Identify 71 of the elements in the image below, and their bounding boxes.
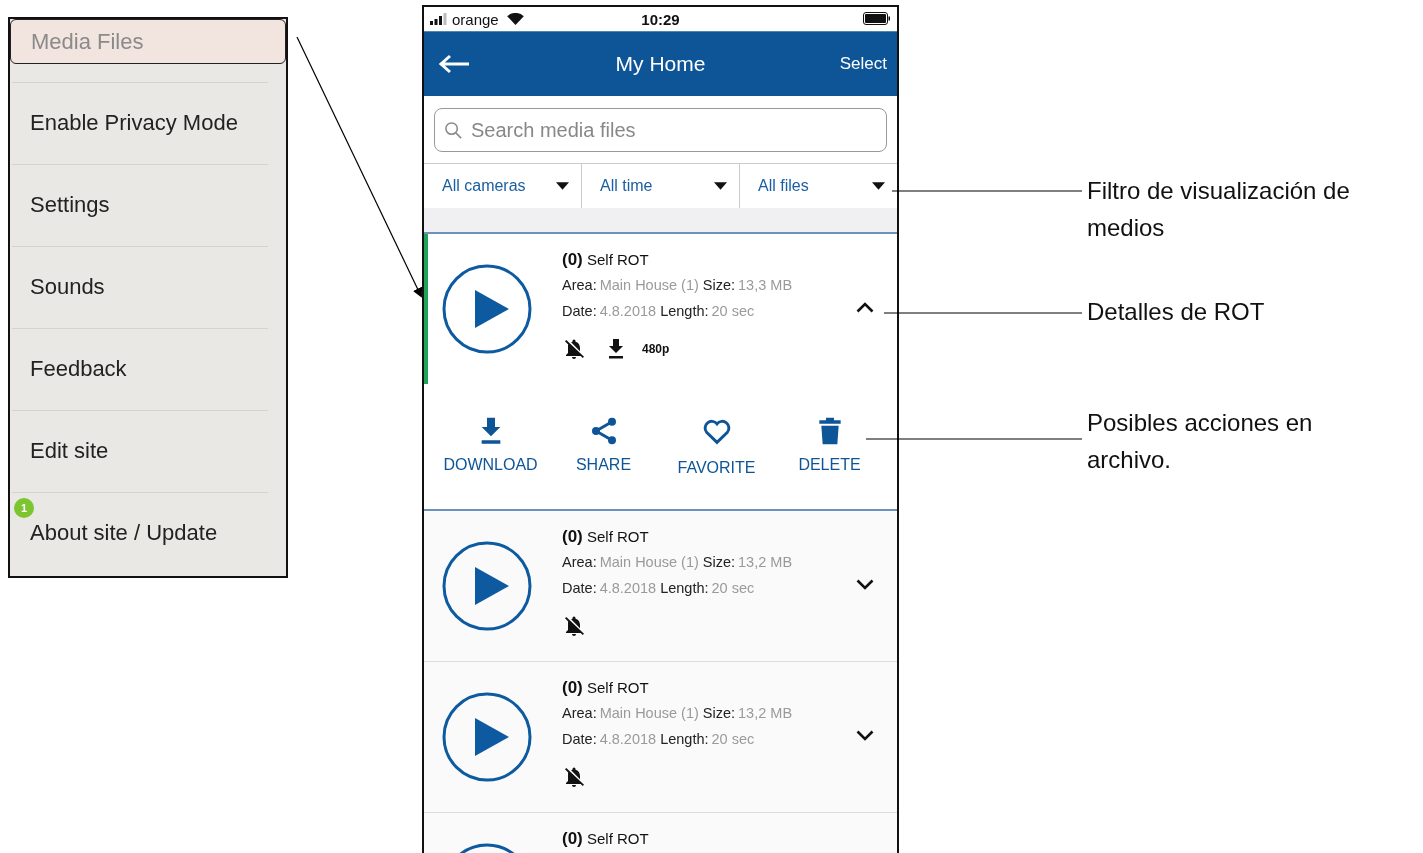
play-icon [442, 541, 532, 631]
caret-icon [872, 182, 885, 190]
meta-value: 13,2 MB [738, 554, 793, 570]
meta-label: Date: [562, 731, 597, 747]
play-icon [442, 692, 532, 782]
clock-time: 10:29 [641, 10, 680, 28]
meta-value: 4.8.2018 [599, 731, 657, 747]
back-button[interactable] [438, 52, 472, 76]
menu-item[interactable]: Settings [10, 182, 286, 228]
menu-item[interactable]: Sounds [10, 264, 286, 310]
menu-item[interactable]: Feedback [10, 346, 286, 392]
download-button[interactable]: DOWNLOAD [434, 414, 547, 477]
meta-value: Main House (1) [599, 554, 699, 570]
meta-value: 20 sec [711, 731, 755, 747]
expand-toggle[interactable] [856, 730, 874, 741]
meta-label: Area: [562, 277, 597, 293]
delete-button[interactable]: DELETE [773, 414, 886, 477]
meta-value: 4.8.2018 [599, 580, 657, 596]
play-button[interactable] [442, 264, 532, 354]
play-button[interactable] [442, 692, 532, 782]
meta-label: Size: [702, 554, 736, 570]
meta-value: Main House (1) [599, 705, 699, 721]
annotation-text: Posibles acciones en archivo. [1087, 408, 1314, 475]
share-button[interactable]: SHARE [547, 414, 660, 477]
meta-label: Length: [660, 580, 709, 596]
meta-value: 20 sec [711, 580, 755, 596]
meta-value: 20 sec [711, 303, 755, 319]
menu-item[interactable]: Enable Privacy Mode [10, 100, 286, 146]
annotation-text: Filtro de visualización de medios [1087, 176, 1351, 243]
meta-value: 4.8.2018 [599, 303, 657, 319]
notification-badge: 1 [14, 498, 34, 518]
file-title: (0) Self ROT [562, 249, 650, 271]
meta-label: Size: [702, 277, 736, 293]
file-title: (0) Self ROT [562, 828, 650, 850]
select-button[interactable]: Select [839, 54, 887, 74]
meta-value: 13,3 MB [738, 277, 793, 293]
meta-label: Area: [562, 705, 597, 721]
carrier-name: orange [452, 10, 499, 28]
meta-label: Date: [562, 303, 597, 319]
file-title: (0) Self ROT [562, 677, 650, 699]
favorite-button[interactable]: FAVORITE [660, 414, 773, 477]
file-title: (0) Self ROT [562, 526, 650, 548]
resolution-label: 480p [642, 342, 670, 356]
chevron-up-icon [856, 302, 874, 313]
bell-slash-icon [562, 337, 586, 361]
back-arrow-icon [438, 54, 470, 74]
meta-label: Size: [702, 705, 736, 721]
meta-value: Main House (1) [599, 277, 699, 293]
bell-slash-icon [562, 765, 586, 789]
wifi-icon [506, 13, 524, 25]
search-icon [444, 121, 463, 140]
signal-icon [430, 13, 448, 25]
caret-icon [714, 182, 727, 190]
menu-item[interactable]: Edit site [10, 428, 286, 474]
screen-title: My Home [615, 52, 706, 76]
meta-label: Length: [660, 731, 709, 747]
play-button[interactable] [442, 541, 532, 631]
annotation-text: Detalles de ROT [1087, 297, 1266, 327]
search-field[interactable]: Search media files [434, 108, 887, 152]
chevron-down-icon [856, 579, 874, 590]
play-icon [442, 264, 532, 354]
meta-label: Length: [660, 303, 709, 319]
battery-icon [863, 11, 891, 25]
bell-slash-icon [562, 614, 586, 638]
chevron-down-icon [856, 730, 874, 741]
caret-icon [556, 182, 569, 190]
meta-value: 13,2 MB [738, 705, 793, 721]
expand-toggle[interactable] [856, 302, 874, 313]
expand-toggle[interactable] [856, 579, 874, 590]
meta-label: Area: [562, 554, 597, 570]
meta-label: Date: [562, 580, 597, 596]
